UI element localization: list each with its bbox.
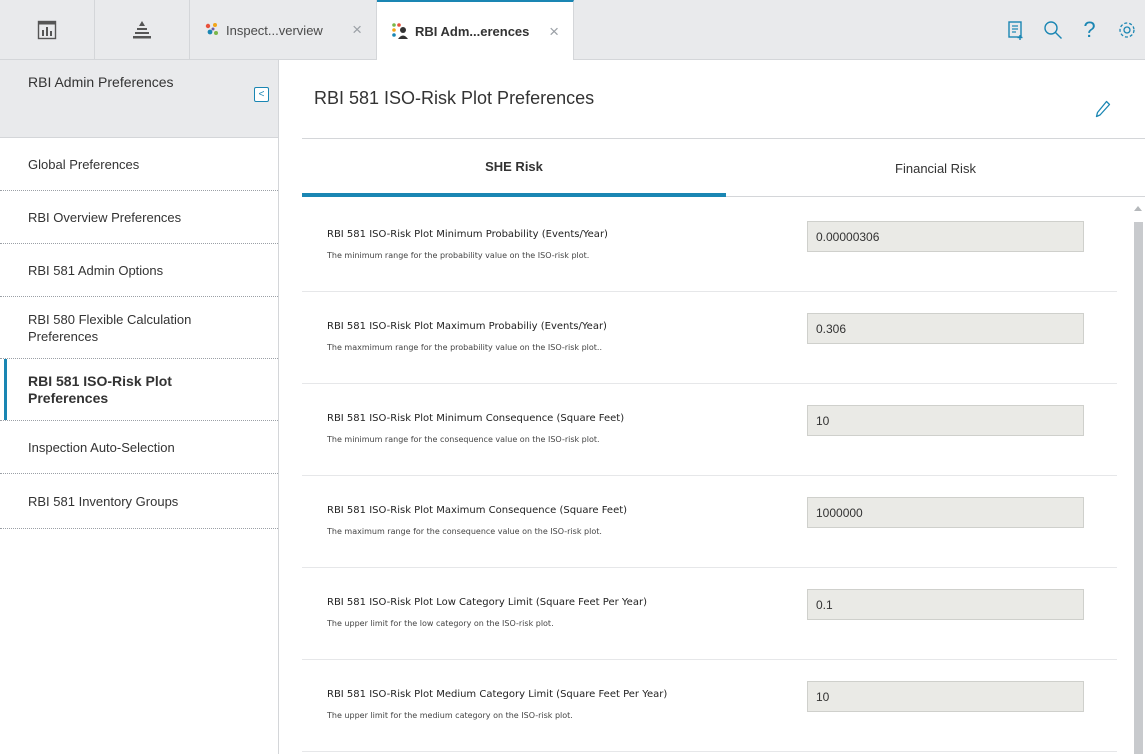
chevron-left-icon: < (258, 89, 265, 100)
sidebar-item-label: Global Preferences (28, 156, 140, 172)
sidebar-item-label: Inspection Auto-Selection (28, 439, 175, 455)
field-label: RBI 581 ISO-Risk Plot Medium Category Li… (327, 689, 668, 700)
sidebar-item-label: RBI Overview Preferences (28, 209, 182, 225)
field-label: RBI 581 ISO-Risk Plot Low Category Limit… (327, 597, 647, 608)
preferences-list: RBI 581 ISO-Risk Plot Minimum Probabilit… (302, 200, 1117, 754)
tab-label: Financial Risk (895, 160, 976, 176)
collapse-sidebar-button[interactable]: < (254, 87, 269, 102)
field-description: The upper limit for the medium category … (327, 711, 573, 720)
field-label: RBI 581 ISO-Risk Plot Maximum Probabiliy… (327, 321, 607, 332)
sidebar-item-rbi-580-flexible-calculation[interactable]: RBI 580 Flexible Calculation Preferences (0, 297, 278, 359)
scroll-up-icon[interactable] (1134, 206, 1142, 211)
sidebar-item-label: RBI 581 Admin Options (28, 262, 164, 278)
help-button[interactable]: ? (1071, 10, 1108, 50)
asset-hierarchy-icon (133, 21, 151, 39)
field-description: The maximum range for the consequence va… (327, 527, 602, 536)
field-description: The maxmimum range for the probability v… (327, 343, 603, 352)
sidebar-item-rbi-581-iso-risk-plot[interactable]: RBI 581 ISO-Risk Plot Preferences (0, 359, 278, 421)
sidebar-item-label: RBI 580 Flexible Calculation Preferences (28, 311, 192, 344)
tab-rbi-admin-preferences[interactable]: RBI Adm...erences × (377, 0, 574, 60)
preference-row: RBI 581 ISO-Risk Plot Maximum Consequenc… (302, 476, 1117, 568)
field-label: RBI 581 ISO-Risk Plot Minimum Probabilit… (327, 229, 608, 240)
search-icon (1043, 21, 1062, 39)
tab-label: RBI Adm...erences (415, 23, 530, 39)
vertical-scrollbar[interactable] (1132, 200, 1145, 754)
preference-row: RBI 581 ISO-Risk Plot Minimum Probabilit… (302, 200, 1117, 292)
close-icon[interactable]: × (352, 21, 362, 38)
scrollbar-thumb[interactable] (1134, 222, 1143, 754)
field-label: RBI 581 ISO-Risk Plot Minimum Consequenc… (327, 413, 625, 424)
inspection-overview-icon (205, 23, 218, 35)
sidebar-item-rbi-581-admin-options[interactable]: RBI 581 Admin Options (0, 244, 278, 297)
min-probability-field[interactable] (807, 221, 1084, 252)
pencil-icon (1095, 100, 1111, 118)
min-consequence-field[interactable] (807, 405, 1084, 436)
tab-financial-risk[interactable]: Financial Risk (726, 139, 1145, 197)
max-consequence-field[interactable] (807, 497, 1084, 528)
main-content: RBI 581 ISO-Risk Plot Preferences SHE Ri… (280, 60, 1145, 754)
search-button[interactable] (1034, 10, 1071, 50)
sidebar: RBI Admin Preferences < Global Preferenc… (0, 60, 279, 754)
tab-inspection-overview[interactable]: Inspect...verview × (190, 0, 377, 60)
top-tab-bar: Inspect...verview × RBI Adm...erences × (0, 0, 1145, 60)
settings-icon (1118, 22, 1135, 38)
page-title: RBI 581 ISO-Risk Plot Preferences (314, 88, 595, 108)
new-record-button[interactable] (997, 10, 1034, 50)
close-icon[interactable]: × (549, 23, 559, 40)
settings-button[interactable] (1108, 10, 1145, 50)
dashboard-tab[interactable] (0, 0, 95, 60)
sidebar-item-rbi-581-inventory-groups[interactable]: RBI 581 Inventory Groups (0, 474, 278, 529)
low-category-limit-field[interactable] (807, 589, 1084, 620)
new-record-icon (1007, 21, 1022, 40)
sidebar-header: RBI Admin Preferences < (0, 60, 278, 138)
sidebar-item-global-preferences[interactable]: Global Preferences (0, 138, 278, 191)
tab-strip: SHE Risk Financial Risk (302, 139, 1145, 197)
dashboard-icon (37, 20, 57, 40)
field-label: RBI 581 ISO-Risk Plot Maximum Consequenc… (327, 505, 628, 516)
toolbar-actions: ? (997, 0, 1145, 60)
sidebar-item-rbi-overview-preferences[interactable]: RBI Overview Preferences (0, 191, 278, 244)
medium-category-limit-field[interactable] (807, 681, 1084, 712)
tab-label: Inspect...verview (226, 22, 323, 38)
tab-label: SHE Risk (485, 158, 543, 174)
rbi-admin-icon (392, 23, 408, 39)
sidebar-item-label: RBI 581 Inventory Groups (28, 493, 179, 509)
field-description: The minimum range for the probability va… (327, 251, 590, 260)
preference-row: RBI 581 ISO-Risk Plot Medium Category Li… (302, 660, 1117, 752)
field-description: The minimum range for the consequence va… (327, 435, 600, 444)
preference-row: RBI 581 ISO-Risk Plot Maximum Probabiliy… (302, 292, 1117, 384)
max-probability-field[interactable] (807, 313, 1084, 344)
help-icon: ? (1083, 17, 1096, 42)
sidebar-item-inspection-auto-selection[interactable]: Inspection Auto-Selection (0, 421, 278, 474)
field-description: The upper limit for the low category on … (327, 619, 554, 628)
preference-row: RBI 581 ISO-Risk Plot Minimum Consequenc… (302, 384, 1117, 476)
sidebar-title: RBI Admin Preferences (28, 74, 174, 90)
preference-row: RBI 581 ISO-Risk Plot Low Category Limit… (302, 568, 1117, 660)
asset-hierarchy-tab[interactable] (95, 0, 190, 60)
edit-button[interactable] (1095, 100, 1111, 123)
tab-she-risk[interactable]: SHE Risk (302, 139, 726, 197)
sidebar-item-label: RBI 581 ISO-Risk Plot Preferences (28, 372, 172, 406)
